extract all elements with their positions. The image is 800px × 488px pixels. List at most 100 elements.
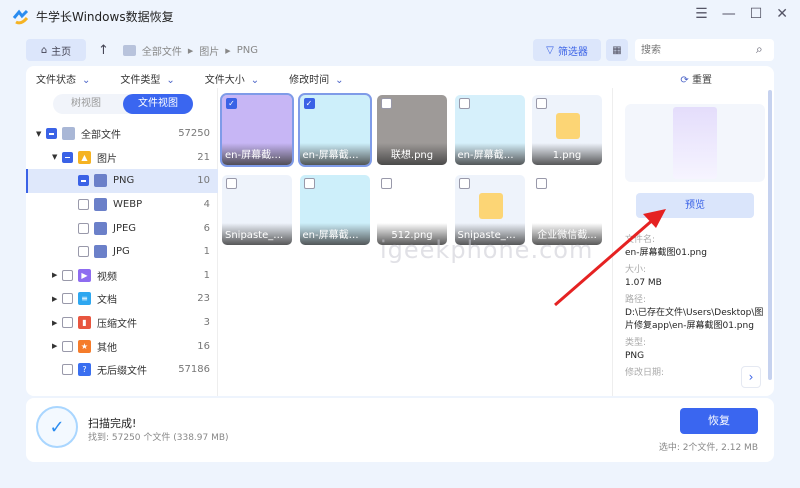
minimize-icon[interactable]: — bbox=[722, 6, 736, 22]
caret-right-icon[interactable]: ▶ bbox=[52, 271, 62, 279]
tree-item-count: 3 bbox=[203, 317, 210, 329]
main-panel: 文件状态 ⌄ 文件类型 ⌄ 文件大小 ⌄ 修改时间 ⌄ ⟳ 重置 树视图 文件视图 ▼ 全… bbox=[26, 66, 774, 396]
tree-item[interactable]: WEBP 4 bbox=[26, 193, 218, 217]
checkbox[interactable] bbox=[536, 178, 547, 189]
tree-item[interactable]: ▶ ★ 其他 16 bbox=[26, 334, 218, 358]
caret-right-icon[interactable]: ▶ bbox=[52, 342, 62, 350]
file-thumbnail[interactable]: 企业微信截... bbox=[532, 175, 602, 245]
caret-right-icon[interactable]: ▶ bbox=[52, 319, 62, 327]
checkbox[interactable] bbox=[62, 340, 73, 352]
filter-file-size[interactable]: 文件大小 ⌄ bbox=[205, 71, 259, 86]
tree-item[interactable]: ▶ ▮ 压缩文件 3 bbox=[26, 311, 218, 335]
reset-label: 重置 bbox=[692, 75, 712, 86]
type-label: 类型: bbox=[625, 338, 647, 348]
maximize-icon[interactable]: ☐ bbox=[750, 6, 763, 22]
checkbox[interactable] bbox=[62, 269, 73, 281]
chevron-down-icon: ⌄ bbox=[166, 75, 175, 86]
app-logo-icon bbox=[12, 9, 29, 24]
size-value: 1.07 MB bbox=[625, 278, 662, 288]
checkbox[interactable] bbox=[458, 98, 470, 109]
file-thumbnail[interactable]: en-屏幕截图... bbox=[454, 95, 525, 165]
file-info: 文件名: en-屏幕截图01.png 大小: 1.07 MB 路径: D:\已存… bbox=[625, 230, 765, 380]
caret-down-icon[interactable]: ▼ bbox=[36, 130, 46, 138]
checkbox[interactable]: ✓ bbox=[303, 98, 315, 109]
search-icon[interactable]: ⌕ bbox=[756, 42, 763, 57]
search-input[interactable] bbox=[635, 39, 774, 61]
checkbox[interactable] bbox=[226, 178, 237, 189]
crumb-all-files[interactable]: 全部文件 bbox=[142, 43, 182, 58]
checkbox[interactable] bbox=[62, 293, 73, 305]
checkbox[interactable]: ✓ bbox=[226, 98, 237, 109]
file-thumbnail[interactable]: 512.png bbox=[377, 175, 447, 245]
tree-item-label: 图片 bbox=[97, 153, 117, 165]
caret-down-icon[interactable]: ▼ bbox=[52, 153, 62, 161]
scan-status: 扫描完成! bbox=[88, 417, 137, 430]
filter-icon: ▽ bbox=[546, 44, 554, 56]
grid-icon: ▦ bbox=[612, 44, 622, 56]
crumb-images[interactable]: 图片 bbox=[199, 43, 219, 58]
tree-item-count: 16 bbox=[197, 340, 210, 352]
up-arrow-icon[interactable]: ↑ bbox=[98, 43, 109, 58]
next-button[interactable]: › bbox=[741, 366, 761, 388]
tree-item[interactable]: ▼ ▲ 图片 21 bbox=[26, 146, 218, 170]
close-icon[interactable]: ✕ bbox=[776, 6, 788, 22]
crumb-png[interactable]: PNG bbox=[237, 45, 258, 56]
filter-file-type[interactable]: 文件类型 ⌄ bbox=[120, 71, 174, 86]
tree-item-label: WEBP bbox=[113, 199, 143, 211]
checkbox[interactable] bbox=[46, 128, 57, 140]
filter-file-status[interactable]: 文件状态 ⌄ bbox=[36, 71, 90, 86]
tab-file-view[interactable]: 文件视图 bbox=[123, 94, 193, 114]
preview-button[interactable]: 预览 bbox=[636, 193, 754, 218]
scrollbar[interactable] bbox=[768, 90, 772, 380]
filter-label: 文件大小 bbox=[204, 75, 245, 86]
folder-icon bbox=[94, 174, 107, 188]
file-thumbnail[interactable]: 联想.png bbox=[377, 95, 447, 165]
tree-item[interactable]: ▶ ≡ 文档 23 bbox=[26, 287, 218, 311]
menu-icon[interactable]: ☰ bbox=[695, 6, 708, 22]
grid-view-button[interactable]: ▦ bbox=[606, 39, 628, 61]
checkbox[interactable] bbox=[381, 98, 392, 109]
tab-tree-view[interactable]: 树视图 bbox=[53, 94, 119, 114]
tree-item[interactable]: ? 无后缀文件 57186 bbox=[26, 358, 218, 382]
preview-image bbox=[673, 107, 717, 179]
question-icon: ? bbox=[78, 363, 91, 377]
checkbox[interactable] bbox=[62, 364, 73, 376]
checkbox[interactable] bbox=[536, 98, 547, 109]
checkbox[interactable] bbox=[78, 246, 89, 258]
file-thumbnail[interactable]: ✓ en-屏幕截图... bbox=[297, 93, 372, 167]
checkbox[interactable] bbox=[458, 178, 470, 189]
checkbox[interactable] bbox=[381, 178, 392, 189]
file-thumbnail[interactable]: Snipaste_2... bbox=[222, 175, 292, 245]
chevron-down-icon: ⌄ bbox=[250, 75, 260, 86]
tree-item[interactable]: JPG 1 bbox=[26, 240, 218, 264]
checkbox[interactable] bbox=[78, 175, 89, 187]
file-thumbnail[interactable]: ✓ en-屏幕截图... bbox=[220, 93, 294, 167]
caret-right-icon[interactable]: ▶ bbox=[52, 295, 62, 303]
file-thumbnail[interactable]: 1.png bbox=[532, 95, 602, 165]
archive-icon: ▮ bbox=[78, 316, 91, 330]
tree-item-count: 23 bbox=[197, 293, 210, 305]
tree-item[interactable]: PNG 10 bbox=[26, 169, 218, 193]
filter-label: 文件状态 bbox=[36, 75, 76, 86]
filter-label: 文件类型 bbox=[120, 75, 161, 86]
recover-button[interactable]: 恢复 bbox=[680, 408, 758, 434]
tree-item[interactable]: ▶ ▶ 视频 1 bbox=[26, 264, 218, 288]
filter-modified-time[interactable]: 修改时间 ⌄ bbox=[289, 71, 343, 86]
tree-item[interactable]: JPEG 6 bbox=[26, 216, 218, 240]
tree-item-count: 1 bbox=[203, 269, 210, 281]
checkbox[interactable] bbox=[78, 222, 89, 234]
file-thumbnail[interactable]: Snipaste_2... bbox=[454, 175, 525, 245]
file-name: Snipaste_2... bbox=[222, 223, 292, 245]
app-title: 牛学长Windows数据恢复 bbox=[36, 10, 174, 24]
checkbox[interactable] bbox=[62, 317, 73, 329]
tree-item[interactable]: ▼ 全部文件 57250 bbox=[26, 122, 218, 146]
reset-button[interactable]: ⟳ 重置 bbox=[680, 71, 712, 86]
home-button[interactable]: ⌂ 主页 bbox=[26, 39, 86, 61]
filter-button[interactable]: ▽ 筛选器 bbox=[533, 39, 601, 61]
checkbox[interactable] bbox=[78, 199, 89, 211]
tree-item-count: 21 bbox=[197, 151, 210, 163]
file-thumbnail[interactable]: en-屏幕截图... bbox=[299, 175, 370, 245]
checkbox[interactable] bbox=[303, 178, 315, 189]
checkbox[interactable] bbox=[62, 151, 73, 163]
type-value: PNG bbox=[625, 351, 645, 361]
